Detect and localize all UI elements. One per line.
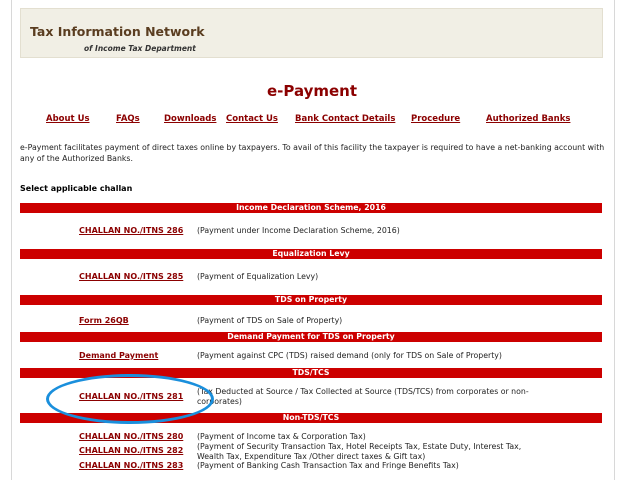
- form-26qb-description: (Payment of TDS on Sale of Property): [197, 316, 343, 325]
- challan-286-description: (Payment under Income Declaration Scheme…: [197, 226, 400, 235]
- section-header-demand-payment: Demand Payment for TDS on Property: [20, 332, 602, 342]
- select-challan-label: Select applicable challan: [20, 184, 133, 193]
- page-frame: [11, 0, 615, 480]
- demand-payment-description: (Payment against CPC (TDS) raised demand…: [197, 351, 502, 360]
- section-header-tds-on-property: TDS on Property: [20, 295, 602, 305]
- nav-procedure[interactable]: Procedure: [411, 114, 460, 124]
- section-header-equalization-levy: Equalization Levy: [20, 249, 602, 259]
- site-subtitle: of Income Tax Department: [84, 44, 196, 53]
- nav-contact-us[interactable]: Contact Us: [226, 114, 278, 124]
- challan-286-link[interactable]: CHALLAN NO./ITNS 286: [79, 226, 183, 235]
- nav-faqs[interactable]: FAQs: [116, 114, 140, 124]
- section-header-tds-tcs: TDS/TCS: [20, 368, 602, 378]
- page-title: e-Payment: [266, 82, 358, 100]
- site-header: Tax Information Network of Income Tax De…: [20, 8, 603, 58]
- challan-282-link[interactable]: CHALLAN NO./ITNS 282: [79, 446, 183, 455]
- nav-bank-contact-details[interactable]: Bank Contact Details: [295, 114, 395, 124]
- demand-payment-link[interactable]: Demand Payment: [79, 351, 158, 360]
- nav-downloads[interactable]: Downloads: [164, 114, 216, 124]
- challan-283-link[interactable]: CHALLAN NO./ITNS 283: [79, 461, 183, 470]
- challan-281-link[interactable]: CHALLAN NO./ITNS 281: [79, 392, 183, 401]
- challan-281-description: (Tax Deducted at Source / Tax Collected …: [197, 387, 529, 406]
- challan-280-description: (Payment of Income tax & Corporation Tax…: [197, 432, 366, 441]
- challan-280-link[interactable]: CHALLAN NO./ITNS 280: [79, 432, 183, 441]
- challan-285-link[interactable]: CHALLAN NO./ITNS 285: [79, 272, 183, 281]
- section-header-non-tds-tcs: Non-TDS/TCS: [20, 413, 602, 423]
- challan-283-description: (Payment of Banking Cash Transaction Tax…: [197, 461, 459, 470]
- nav-authorized-banks[interactable]: Authorized Banks: [486, 114, 570, 124]
- challan-282-description: (Payment of Security Transaction Tax, Ho…: [197, 442, 522, 461]
- section-header-income-declaration: Income Declaration Scheme, 2016: [20, 203, 602, 213]
- challan-285-description: (Payment of Equalization Levy): [197, 272, 319, 281]
- form-26qb-link[interactable]: Form 26QB: [79, 316, 129, 325]
- nav-about-us[interactable]: About Us: [46, 114, 90, 124]
- intro-text: e-Payment facilitates payment of direct …: [20, 143, 605, 163]
- site-brand[interactable]: Tax Information Network: [30, 24, 205, 39]
